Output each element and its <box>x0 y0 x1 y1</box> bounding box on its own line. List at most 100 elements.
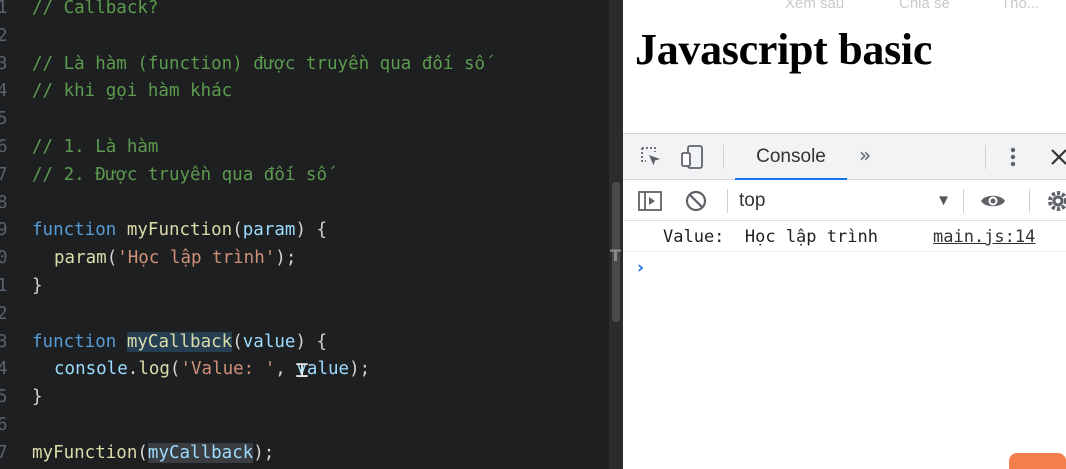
code-token: . <box>127 359 139 380</box>
console-toolbar: top ▼ <box>623 181 1066 221</box>
line-number: 7 <box>0 164 8 185</box>
sidebar-toggle-icon[interactable] <box>637 189 663 217</box>
code-text: function myCallback(value) { <box>32 328 327 356</box>
code-text: myFunction(myCallback); <box>32 439 274 467</box>
live-expression-eye-icon[interactable] <box>979 190 1007 216</box>
devtools-panel: Console » top ▼ Value: Học lập trình mai… <box>623 133 1066 469</box>
code-token: ( <box>106 248 118 269</box>
code-text: function myFunction(param) { <box>32 216 327 244</box>
code-text: param('Học lập trình'); <box>32 244 296 272</box>
more-link[interactable]: Thô... <box>1001 0 1039 12</box>
code-token: ( <box>232 331 243 352</box>
console-log-entry: Value: Học lập trình main.js:14 <box>623 222 1066 252</box>
code-token: ( <box>137 442 148 463</box>
toolbar-separator <box>1029 189 1030 213</box>
code-token: ); <box>349 359 371 380</box>
code-token: function <box>32 331 117 352</box>
code-text: console.log('Value: ', value); <box>32 355 370 383</box>
code-token: myFunction <box>32 442 138 463</box>
chevron-down-icon: ▼ <box>936 192 951 209</box>
console-prompt-chevron-icon[interactable]: › <box>637 258 644 278</box>
line-number: 4 <box>0 359 8 380</box>
tab-separator <box>723 145 724 169</box>
code-line[interactable]: 8 <box>0 189 609 217</box>
code-line[interactable]: 2 <box>0 22 609 50</box>
code-line[interactable]: 7 myFunction(myCallback); <box>0 439 609 467</box>
active-tab-indicator <box>735 178 847 180</box>
code-token: // khi gọi hàm khác <box>32 81 233 102</box>
tab-separator <box>985 145 986 169</box>
code-token: myFunction <box>126 220 233 241</box>
tab-console[interactable]: Console <box>735 134 847 180</box>
watch-later-link[interactable]: Xem sau <box>785 0 844 12</box>
text-cursor-icon: ⌶ <box>295 358 309 383</box>
code-line[interactable]: 9 function myFunction(param) { <box>0 216 609 244</box>
code-line[interactable]: 6 // 1. Là hàm <box>0 133 609 161</box>
code-token: myCallback <box>147 442 254 463</box>
line-number: 4 <box>0 81 8 102</box>
code-line[interactable]: 2 <box>0 300 609 328</box>
code-editor[interactable]: 1 // Callback? 2 3 // Là hàm (function) được… <box>0 0 609 469</box>
line-number: 8 <box>0 192 8 213</box>
code-token: ) { <box>295 220 328 241</box>
line-number: 9 <box>0 220 8 241</box>
video-overlay-links: Xem sau Chia sẻ Thô... <box>623 0 1066 12</box>
code-text: // khi gọi hàm khác <box>32 77 232 105</box>
code-text: } <box>32 383 43 411</box>
javascript-context-select[interactable]: top ▼ <box>739 181 951 221</box>
device-toolbar-icon[interactable] <box>680 144 706 174</box>
code-line[interactable]: 0 param('Học lập trình'); <box>0 244 609 272</box>
editor-scrollbar[interactable] <box>609 0 623 469</box>
code-token: // Callback? <box>32 0 159 18</box>
toolbar-separator <box>727 189 728 213</box>
code-line[interactable]: 1 // Callback? <box>0 0 609 22</box>
code-line[interactable]: 5} <box>0 383 609 411</box>
code-token: ( <box>169 359 181 380</box>
code-token: // Là hàm (function) được truyền qua đối… <box>32 53 486 74</box>
line-number: 5 <box>0 109 8 130</box>
code-token: function <box>32 220 117 241</box>
code-line[interactable]: 3 function myCallback(value) { <box>0 328 609 356</box>
code-token: } <box>32 276 43 296</box>
code-token: param <box>54 248 107 269</box>
code-line[interactable]: 6 <box>0 411 609 439</box>
kebab-menu-icon[interactable] <box>1007 145 1019 173</box>
code-token: value <box>242 331 296 352</box>
code-token: } <box>32 387 43 408</box>
code-token: ( <box>232 220 243 241</box>
code-line[interactable]: 3 // Là hàm (function) được truyền qua đố… <box>0 50 609 78</box>
line-number: 3 <box>0 331 8 352</box>
code-text: // Là hàm (function) được truyền qua đối… <box>32 50 485 78</box>
code-token: , <box>275 359 297 380</box>
line-number: 6 <box>0 137 8 157</box>
share-link[interactable]: Chia sẻ <box>899 0 950 12</box>
settings-gear-icon[interactable] <box>1046 189 1066 217</box>
line-number: 1 <box>0 0 8 18</box>
inspect-element-icon[interactable] <box>639 145 663 173</box>
more-tabs-button[interactable]: » <box>859 143 871 167</box>
code-line[interactable]: 1} <box>0 272 609 300</box>
toolbar-separator <box>963 189 964 213</box>
clear-console-icon[interactable] <box>684 189 708 217</box>
line-number: 0 <box>0 248 8 269</box>
code-line[interactable]: 5 <box>0 105 609 133</box>
code-token: param <box>242 220 296 241</box>
floating-action-button[interactable] <box>1009 453 1066 469</box>
code-text: // Callback? <box>32 0 158 22</box>
close-icon[interactable] <box>1049 147 1066 171</box>
code-token: 'Value: ' <box>180 359 276 380</box>
page-title: Javascript basic <box>635 25 933 74</box>
code-token: log <box>138 359 170 380</box>
line-number: 3 <box>0 53 8 74</box>
code-line[interactable]: 4 // khi gọi hàm khác <box>0 77 609 105</box>
context-select-value: top <box>739 190 766 211</box>
code-text: // 1. Là hàm <box>32 133 158 161</box>
code-token: // 2. Được truyền qua đối số <box>32 164 328 185</box>
devtools-tab-bar: Console » <box>623 134 1066 180</box>
console-source-link[interactable]: main.js:14 <box>933 227 1035 247</box>
code-token: console <box>54 359 128 380</box>
line-number: 2 <box>0 25 8 46</box>
code-line[interactable]: 7 // 2. Được truyền qua đối số <box>0 161 609 189</box>
